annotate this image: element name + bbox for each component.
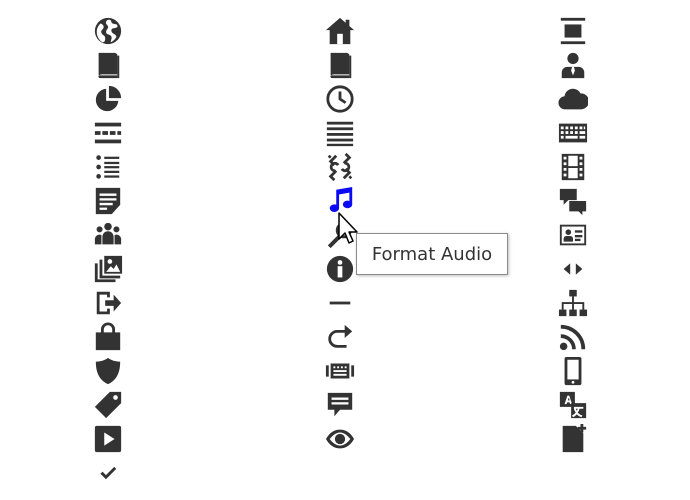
id-card-icon[interactable]: [553, 218, 593, 252]
sitemap-icon[interactable]: [553, 286, 593, 320]
note-icon[interactable]: [88, 184, 128, 218]
comments-icon[interactable]: [553, 184, 593, 218]
film-icon[interactable]: [553, 150, 593, 184]
tag-icon[interactable]: [88, 388, 128, 422]
tooltip: Format Audio: [356, 233, 508, 275]
list-bullets-icon[interactable]: [88, 150, 128, 184]
page-break-icon[interactable]: [88, 116, 128, 150]
checkmark-icon[interactable]: [88, 456, 128, 490]
group-icon[interactable]: [88, 218, 128, 252]
user-icon[interactable]: [553, 48, 593, 82]
globe-icon[interactable]: [88, 14, 128, 48]
eye-icon[interactable]: [320, 422, 360, 456]
info-icon[interactable]: [320, 252, 360, 286]
justify-icon[interactable]: [320, 116, 360, 150]
code-arrows-icon[interactable]: [553, 252, 593, 286]
rss-icon[interactable]: [553, 320, 593, 354]
clock-icon[interactable]: [320, 82, 360, 116]
photo-gallery-icon[interactable]: [88, 252, 128, 286]
translate-icon[interactable]: [553, 388, 593, 422]
new-file-icon[interactable]: [553, 422, 593, 456]
home-icon[interactable]: [320, 14, 360, 48]
horizontal-rule-icon[interactable]: [553, 14, 593, 48]
play-icon[interactable]: [88, 422, 128, 456]
sign-out-icon[interactable]: [88, 286, 128, 320]
icon-column-3: [553, 14, 593, 456]
minus-icon[interactable]: [320, 286, 360, 320]
unlink-icon[interactable]: [320, 150, 360, 184]
mouse-cursor-icon: [338, 212, 358, 244]
mobile-icon[interactable]: [553, 354, 593, 388]
shopping-bag-icon[interactable]: [88, 320, 128, 354]
keyboard-icon[interactable]: [320, 354, 360, 388]
icon-column-1: [88, 14, 128, 490]
book-icon[interactable]: [320, 48, 360, 82]
pie-chart-icon[interactable]: [88, 82, 128, 116]
cloud-icon[interactable]: [553, 82, 593, 116]
redo-icon[interactable]: [320, 320, 360, 354]
shield-icon[interactable]: [88, 354, 128, 388]
book-icon[interactable]: [88, 48, 128, 82]
comment-icon[interactable]: [320, 388, 360, 422]
keyboard-grid-icon[interactable]: [553, 116, 593, 150]
